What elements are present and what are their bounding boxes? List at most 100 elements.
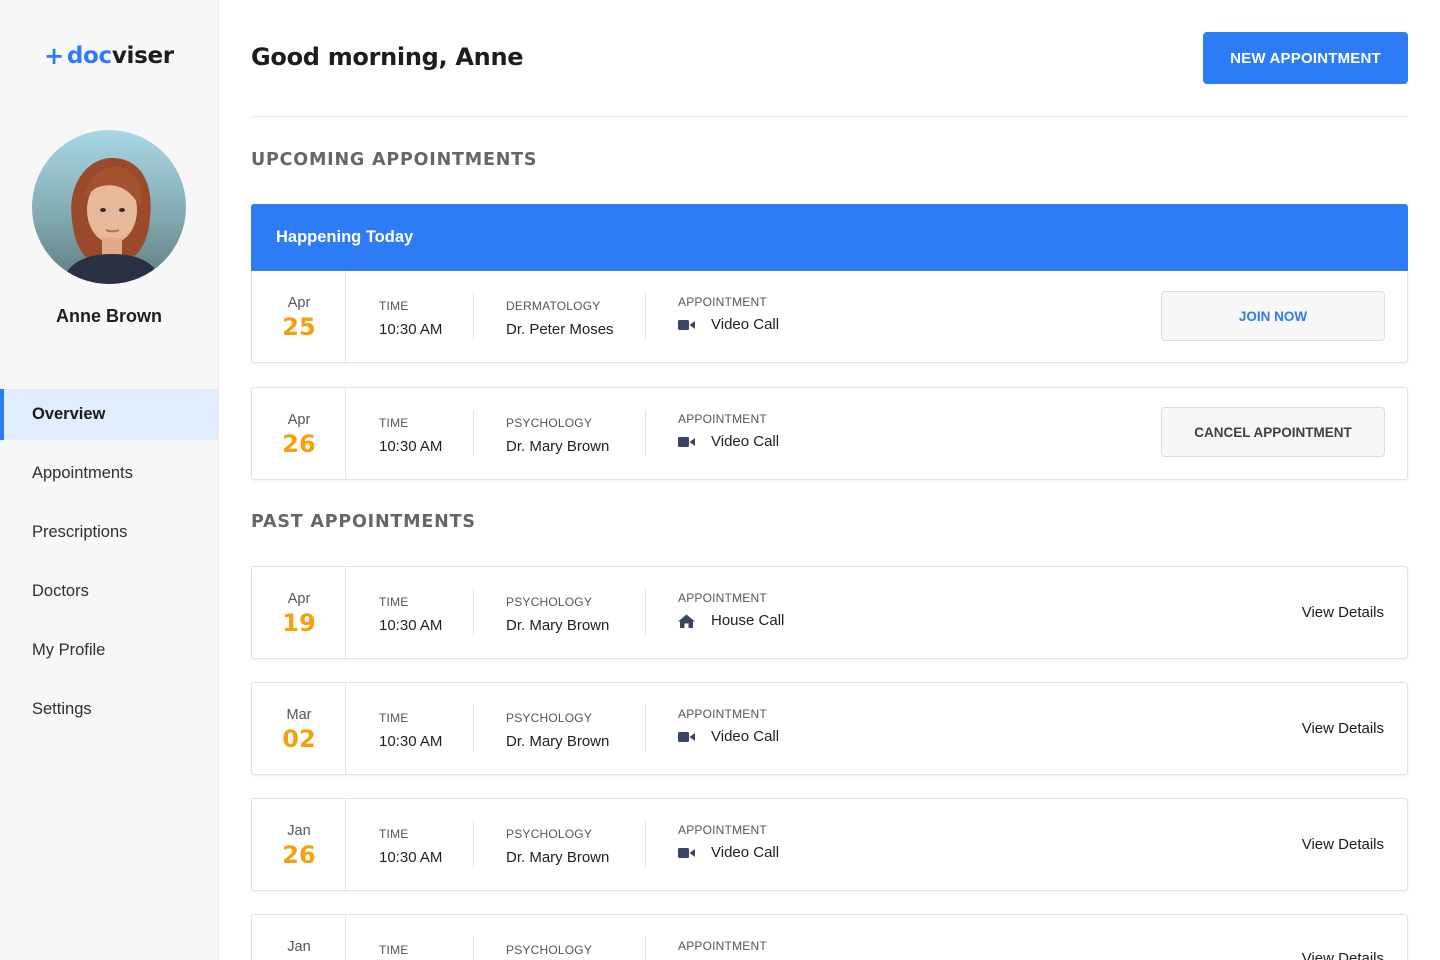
column-divider [473, 589, 474, 635]
video-icon [678, 730, 696, 744]
doctor-name: Dr. Mary Brown [506, 849, 610, 866]
time-value: 10:30 AM [379, 438, 443, 455]
column-divider [645, 821, 646, 867]
past-section-title: PAST APPOINTMENTS [251, 512, 476, 532]
time-label: TIME [379, 595, 409, 609]
sidebar-item-settings[interactable]: Settings [0, 684, 218, 735]
sidebar-item-prescriptions[interactable]: Prescriptions [0, 507, 218, 558]
appointment-card-upcoming: Apr 25 TIME 10:30 AM DERMATOLOGY Dr. Pet… [251, 271, 1408, 363]
column-divider [645, 293, 646, 339]
appointment-label: APPOINTMENT [678, 295, 767, 309]
cancel-appointment-button[interactable]: CANCEL APPOINTMENT [1161, 407, 1385, 457]
appointment-label: APPOINTMENT [678, 823, 767, 837]
video-icon [678, 846, 696, 860]
docviser-logo[interactable]: + doc viser [44, 42, 174, 70]
appointment-type-value: House Call [678, 612, 784, 629]
appointment-card-upcoming: Apr 26 TIME 10:30 AM PSYCHOLOGY Dr. Mary… [251, 387, 1408, 480]
appointment-month: Jan [287, 823, 311, 839]
specialty-label: PSYCHOLOGY [506, 711, 593, 725]
appointment-card-past: Mar 02 TIME 10:30 AM PSYCHOLOGY Dr. Mary… [251, 682, 1408, 775]
column-divider [645, 410, 646, 456]
view-details-link[interactable]: View Details [1302, 950, 1384, 960]
appointment-card-past: Jan TIME PSYCHOLOGY APPOINTMENT View Det… [251, 914, 1408, 960]
appointment-date: Jan [252, 915, 346, 960]
user-name: Anne Brown [56, 306, 162, 326]
time-label: TIME [379, 827, 409, 841]
sidebar-nav: Overview Appointments Prescriptions Doct… [0, 389, 218, 743]
view-details-link[interactable]: View Details [1302, 836, 1384, 853]
sidebar-item-doctors[interactable]: Doctors [0, 566, 218, 617]
appointment-date: Mar 02 [252, 683, 346, 774]
appointment-label: APPOINTMENT [678, 412, 767, 426]
time-value: 10:30 AM [379, 321, 443, 338]
new-appointment-button[interactable]: NEW APPOINTMENT [1203, 32, 1408, 84]
happening-today-banner: Happening Today [251, 204, 1408, 271]
specialty-label: PSYCHOLOGY [506, 827, 593, 841]
appointment-type-text: House Call [711, 612, 785, 629]
sidebar: + doc viser Anne Brown Overview Appointm… [0, 0, 219, 960]
appointment-date: Apr 19 [252, 567, 346, 658]
appointment-day: 26 [282, 430, 316, 458]
appointment-label: APPOINTMENT [678, 939, 767, 953]
appointment-label: APPOINTMENT [678, 707, 767, 721]
time-value: 10:30 AM [379, 733, 443, 750]
doctor-name: Dr. Mary Brown [506, 617, 610, 634]
sidebar-item-overview[interactable]: Overview [0, 389, 218, 440]
view-details-link[interactable]: View Details [1302, 720, 1384, 737]
time-label: TIME [379, 416, 409, 430]
appointment-month: Apr [287, 295, 311, 311]
column-divider [645, 937, 646, 960]
time-label: TIME [379, 943, 409, 957]
view-details-link[interactable]: View Details [1302, 604, 1384, 621]
doctor-name: Dr. Mary Brown [506, 733, 610, 750]
appointment-month: Apr [287, 591, 311, 607]
appointment-type-text: Video Call [711, 433, 780, 450]
join-now-button[interactable]: JOIN NOW [1161, 291, 1385, 341]
appointment-type-value: Video Call [678, 844, 779, 861]
appointment-card-past: Apr 19 TIME 10:30 AM PSYCHOLOGY Dr. Mary… [251, 566, 1408, 659]
column-divider [473, 705, 474, 751]
appointment-month: Apr [287, 412, 311, 428]
appointment-card-past: Jan 26 TIME 10:30 AM PSYCHOLOGY Dr. Mary… [251, 798, 1408, 891]
appointment-day: 02 [282, 725, 316, 753]
column-divider [473, 293, 474, 339]
time-label: TIME [379, 299, 409, 313]
logo-text-doc: doc [66, 43, 112, 69]
appointment-label: APPOINTMENT [678, 591, 767, 605]
home-icon [678, 614, 696, 628]
column-divider [645, 705, 646, 751]
appointment-type-value: Video Call [678, 728, 779, 745]
time-value: 10:30 AM [379, 849, 443, 866]
time-label: TIME [379, 711, 409, 725]
appointment-day: 25 [282, 313, 316, 341]
appointment-date: Apr 25 [252, 271, 346, 362]
doctor-name: Dr. Mary Brown [506, 438, 610, 455]
appointment-type-text: Video Call [711, 844, 780, 861]
column-divider [473, 937, 474, 960]
appointment-month: Mar [286, 707, 312, 723]
specialty-label: PSYCHOLOGY [506, 595, 593, 609]
time-value: 10:30 AM [379, 617, 443, 634]
appointment-day: 26 [282, 841, 316, 869]
appointment-date: Jan 26 [252, 799, 346, 890]
column-divider [645, 589, 646, 635]
sidebar-item-appointments[interactable]: Appointments [0, 448, 218, 499]
column-divider [473, 821, 474, 867]
avatar-photo [32, 130, 186, 284]
logo-plus-icon: + [44, 42, 64, 70]
header-divider [251, 116, 1408, 117]
specialty-label: PSYCHOLOGY [506, 943, 593, 957]
appointment-date: Apr 26 [252, 388, 346, 479]
appointment-type-value: Video Call [678, 316, 779, 333]
appointment-type-text: Video Call [711, 316, 780, 333]
avatar[interactable] [32, 130, 186, 284]
appointment-type-value: Video Call [678, 433, 779, 450]
appointment-type-text: Video Call [711, 728, 780, 745]
sidebar-item-my-profile[interactable]: My Profile [0, 625, 218, 676]
video-icon [678, 435, 696, 449]
upcoming-section-title: UPCOMING APPOINTMENTS [251, 150, 538, 170]
appointment-month: Jan [287, 939, 311, 955]
doctor-name: Dr. Peter Moses [506, 321, 614, 338]
page-title: Good morning, Anne [251, 43, 524, 71]
specialty-label: DERMATOLOGY [506, 299, 601, 313]
